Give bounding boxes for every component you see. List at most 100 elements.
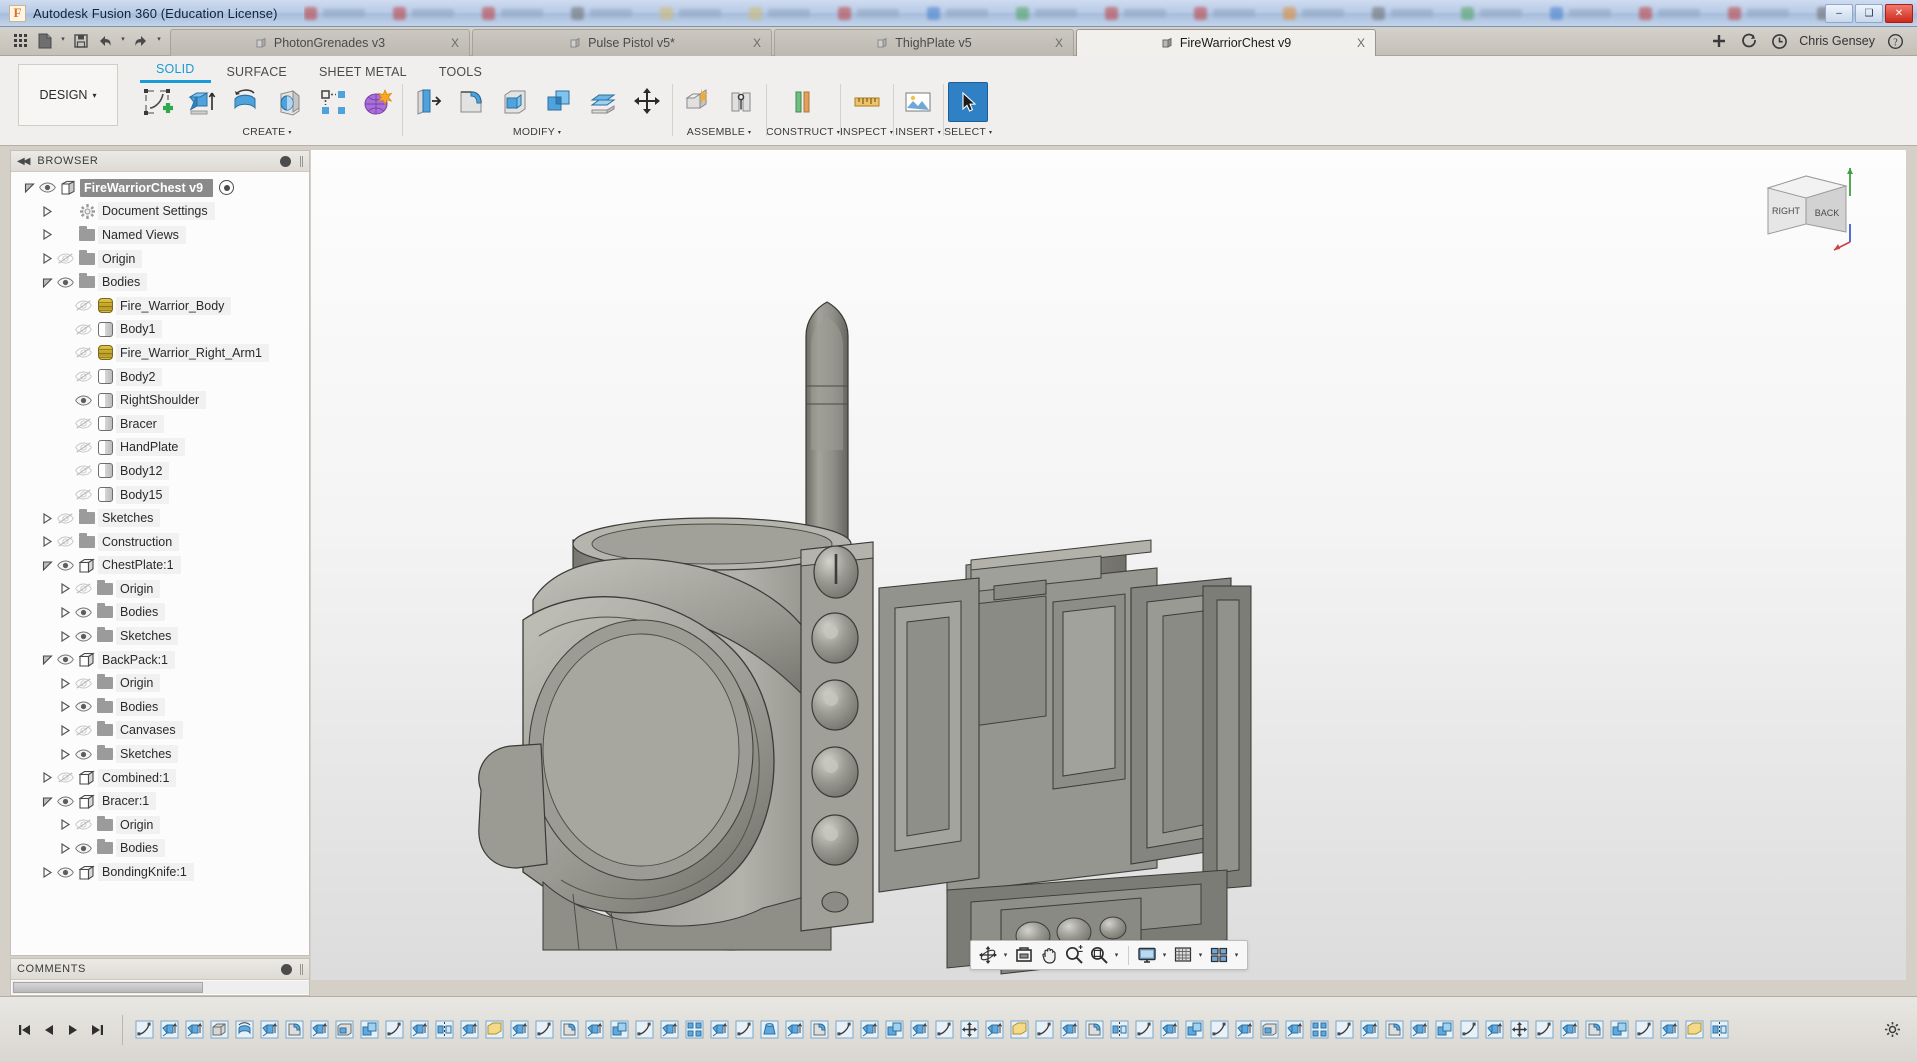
document-tab-pulse-pistol[interactable]: Pulse Pistol v5* X (472, 29, 772, 56)
timeline-feature[interactable] (508, 1018, 531, 1041)
minimize-button[interactable]: – (1825, 4, 1853, 23)
timeline-feature[interactable] (1258, 1018, 1281, 1041)
eye-hidden-icon[interactable] (55, 536, 76, 547)
insert-canvas-icon[interactable] (898, 82, 938, 122)
joint-icon[interactable] (721, 82, 761, 122)
eye-hidden-icon[interactable] (73, 583, 94, 594)
document-tab-photongrenades[interactable]: PhotonGrenades v3 X (170, 29, 470, 56)
model-3d-render[interactable] (311, 150, 1906, 980)
collapse-triangle-icon[interactable] (57, 583, 73, 594)
tree-node[interactable]: Origin (11, 671, 309, 695)
timeline-feature[interactable] (1458, 1018, 1481, 1041)
panel-label-inspect[interactable]: INSPECT ▾ (840, 124, 893, 140)
eye-visible-icon[interactable] (37, 182, 58, 193)
job-status-icon[interactable] (1739, 31, 1759, 51)
collapse-triangle-icon[interactable] (39, 513, 55, 524)
timeline-feature[interactable] (1008, 1018, 1031, 1041)
timeline-feature[interactable] (208, 1018, 231, 1041)
timeline-feature[interactable] (333, 1018, 356, 1041)
timeline-feature[interactable] (958, 1018, 981, 1041)
workspace-switcher[interactable]: DESIGN ▾ (18, 64, 118, 126)
document-tab-thighplate[interactable]: ThighPlate v5 X (774, 29, 1074, 56)
timeline-feature[interactable] (1033, 1018, 1056, 1041)
fit-caret[interactable]: ▾ (1112, 951, 1122, 959)
combine-icon[interactable] (539, 82, 579, 122)
timeline-feature[interactable] (1183, 1018, 1206, 1041)
timeline-feature[interactable] (1708, 1018, 1731, 1041)
viewport-layout-caret[interactable]: ▾ (1232, 951, 1242, 959)
fit-icon[interactable] (1087, 943, 1111, 967)
ribbon-tab-surface[interactable]: SURFACE (211, 63, 303, 83)
tree-node[interactable]: Sketches (11, 742, 309, 766)
timeline-feature[interactable] (1383, 1018, 1406, 1041)
timeline-feature[interactable] (1058, 1018, 1081, 1041)
press-pull-icon[interactable] (407, 82, 447, 122)
panel-close-icon[interactable] (281, 964, 292, 975)
tree-node[interactable]: BackPack:1 (11, 648, 309, 672)
timeline-feature[interactable] (1208, 1018, 1231, 1041)
eye-hidden-icon[interactable] (73, 725, 94, 736)
tree-node[interactable]: Sketches (11, 624, 309, 648)
tree-node[interactable]: Origin (11, 813, 309, 837)
panel-close-icon[interactable] (280, 156, 291, 167)
timeline-feature[interactable] (633, 1018, 656, 1041)
tree-node[interactable]: Body12 (11, 459, 309, 483)
save-icon[interactable] (70, 30, 92, 53)
jump-start-icon[interactable] (14, 1019, 36, 1041)
timeline-feature[interactable] (1558, 1018, 1581, 1041)
document-tab-firewarriorchest[interactable]: FireWarriorChest v9 X (1076, 29, 1376, 56)
eye-hidden-icon[interactable] (73, 442, 94, 453)
view-cube[interactable]: RIGHT BACK (1754, 162, 1864, 258)
tree-node[interactable]: Combined:1 (11, 766, 309, 790)
panel-label-insert[interactable]: INSERT ▾ (895, 124, 941, 140)
timeline-feature[interactable] (1633, 1018, 1656, 1041)
timeline-feature[interactable] (1233, 1018, 1256, 1041)
timeline-feature[interactable] (1158, 1018, 1181, 1041)
panel-label-construct[interactable]: CONSTRUCT ▾ (766, 124, 840, 140)
timeline-feature[interactable] (258, 1018, 281, 1041)
collapse-left-icon[interactable]: ◀◀ (17, 156, 28, 167)
display-settings-icon[interactable] (1135, 943, 1159, 967)
tree-node[interactable]: Bodies (11, 695, 309, 719)
timeline-feature[interactable] (533, 1018, 556, 1041)
ribbon-tab-sheet-metal[interactable]: SHEET METAL (303, 63, 423, 83)
offset-plane-icon[interactable] (783, 82, 823, 122)
eye-hidden-icon[interactable] (73, 324, 94, 335)
eye-hidden-icon[interactable] (55, 772, 76, 783)
eye-visible-icon[interactable] (73, 701, 94, 712)
tree-node[interactable]: Origin (11, 577, 309, 601)
timeline-feature[interactable] (983, 1018, 1006, 1041)
undo-icon[interactable] (94, 30, 116, 53)
collapse-triangle-icon[interactable] (57, 819, 73, 830)
ribbon-tab-solid[interactable]: SOLID (140, 60, 211, 83)
pan-hand-icon[interactable] (1037, 943, 1061, 967)
expand-triangle-icon[interactable] (39, 796, 55, 807)
eye-hidden-icon[interactable] (55, 513, 76, 524)
collapse-triangle-icon[interactable] (39, 253, 55, 264)
eye-visible-icon[interactable] (73, 749, 94, 760)
orbit-icon[interactable] (976, 943, 1000, 967)
panel-label-create[interactable]: CREATE ▾ (242, 124, 291, 140)
tree-node[interactable]: Bodies (11, 837, 309, 861)
form-icon[interactable] (357, 82, 397, 122)
eye-hidden-icon[interactable] (73, 489, 94, 500)
timeline-feature[interactable] (308, 1018, 331, 1041)
ribbon-tab-tools[interactable]: TOOLS (423, 63, 498, 83)
timeline-feature[interactable] (558, 1018, 581, 1041)
timeline-feature[interactable] (858, 1018, 881, 1041)
timeline-feature[interactable] (133, 1018, 156, 1041)
timeline-feature[interactable] (783, 1018, 806, 1041)
collapse-triangle-icon[interactable] (39, 772, 55, 783)
timeline-settings-icon[interactable] (1877, 1021, 1907, 1038)
timeline-feature[interactable] (1658, 1018, 1681, 1041)
collapse-triangle-icon[interactable] (39, 206, 55, 217)
move-copy-icon[interactable] (627, 82, 667, 122)
tree-node[interactable]: Construction (11, 530, 309, 554)
tree-node[interactable]: Origin (11, 247, 309, 271)
timeline-feature[interactable] (833, 1018, 856, 1041)
redo-icon[interactable] (130, 30, 152, 53)
timeline-feature[interactable] (1083, 1018, 1106, 1041)
recent-icon[interactable] (1769, 31, 1789, 51)
timeline-feature[interactable] (1283, 1018, 1306, 1041)
timeline-feature[interactable] (1408, 1018, 1431, 1041)
